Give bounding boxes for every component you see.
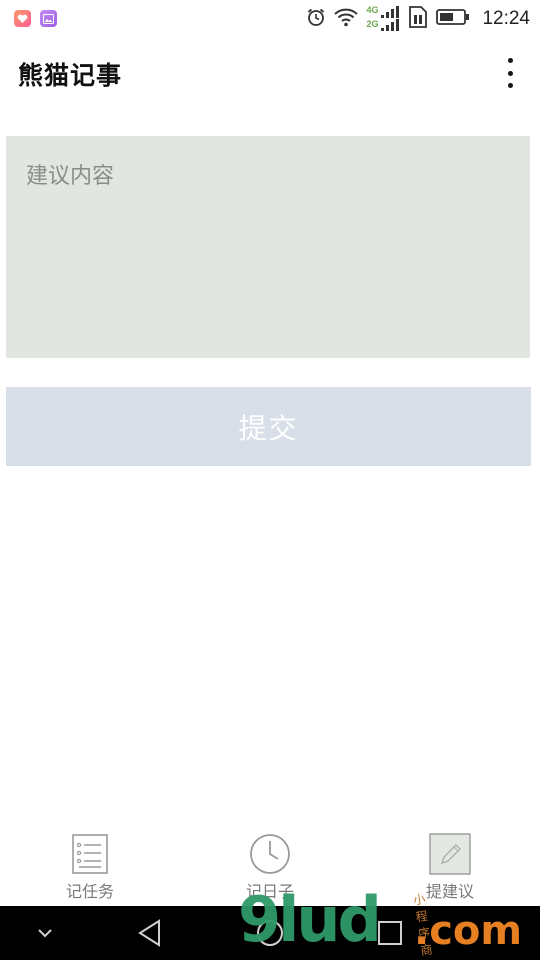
alarm-icon <box>306 7 326 31</box>
app-bar: 熊猫记事 <box>0 38 540 108</box>
clock-time: 12:24 <box>482 8 530 29</box>
system-nav-bar <box>0 906 540 960</box>
tab-suggestion[interactable]: 提建议 <box>390 832 510 902</box>
back-icon[interactable] <box>132 906 168 960</box>
gallery-icon <box>40 10 57 27</box>
page-title: 熊猫记事 <box>18 61 123 90</box>
suggestion-input[interactable] <box>6 136 530 358</box>
bottom-tab-bar: 记任务 记日子 提建议 <box>0 826 540 906</box>
app-notification-icon <box>14 10 31 27</box>
submit-button[interactable]: 提交 <box>6 387 531 466</box>
recents-icon[interactable] <box>372 906 408 960</box>
pencil-icon <box>429 833 471 875</box>
notification-icons <box>14 10 57 27</box>
tab-tasks[interactable]: 记任务 <box>30 832 150 902</box>
chevron-down-icon[interactable] <box>30 906 60 960</box>
tab-label: 提建议 <box>425 882 474 901</box>
task-list-icon <box>72 834 108 874</box>
status-bar: 4G 2G 12:24 <box>0 0 540 38</box>
tab-days[interactable]: 记日子 <box>210 832 330 902</box>
clock-icon <box>250 834 290 874</box>
tab-label: 记任务 <box>65 882 114 901</box>
overflow-menu-icon[interactable] <box>504 56 516 90</box>
sim-icon <box>408 6 428 32</box>
tab-label: 记日子 <box>245 882 294 901</box>
wifi-icon <box>334 7 359 31</box>
home-icon[interactable] <box>252 906 288 960</box>
signal-icon: 4G 2G <box>366 5 400 32</box>
battery-icon <box>436 8 470 30</box>
